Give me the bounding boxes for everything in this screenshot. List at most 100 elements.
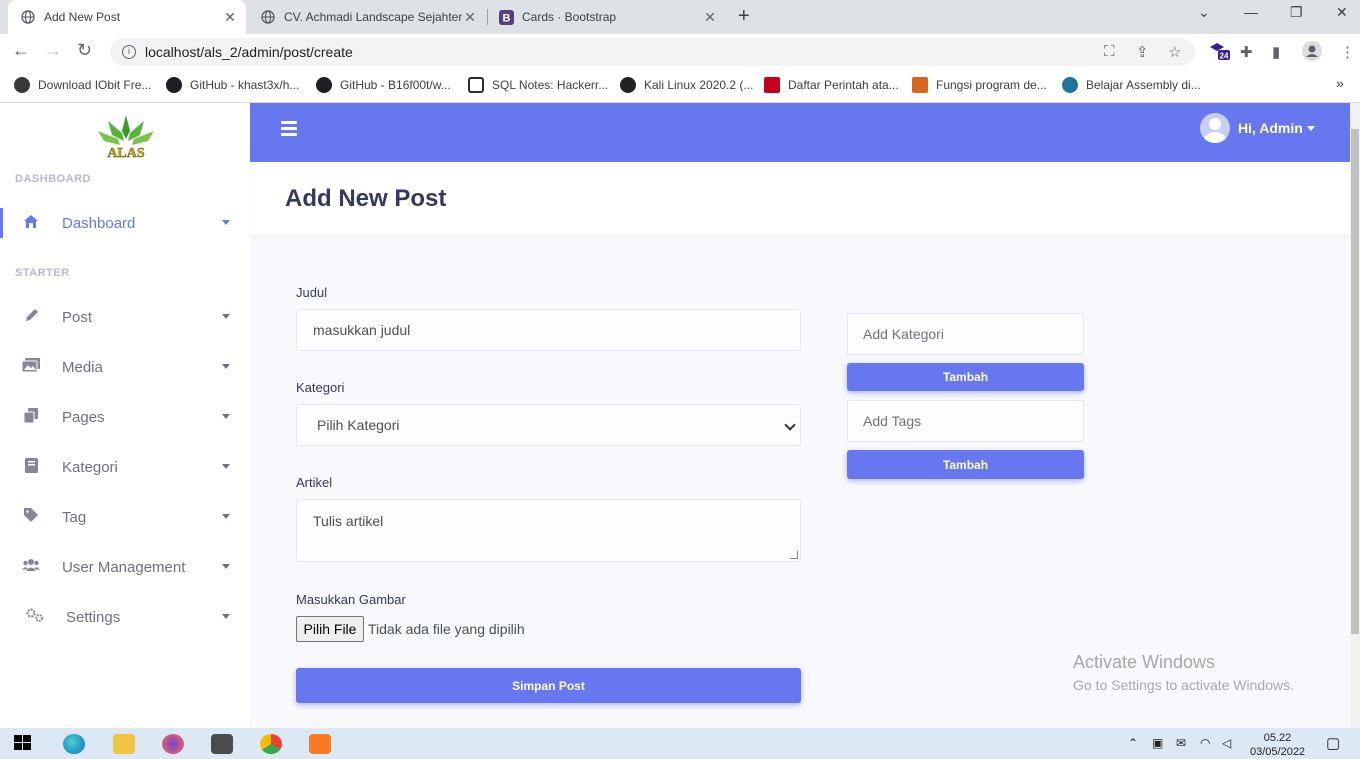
- tambah-kategori-button[interactable]: Tambah: [847, 363, 1084, 391]
- browser-tab[interactable]: CV. Achmadi Landscape Sejahtera ✕: [250, 0, 486, 34]
- bookmark-item[interactable]: GitHub - B16f00t/w...: [316, 77, 451, 93]
- artikel-textarea[interactable]: Tulis artikel: [296, 499, 801, 562]
- edge-icon[interactable]: [63, 734, 85, 754]
- browser-tab-active[interactable]: Add New Post ✕: [8, 0, 246, 34]
- sidebar: ALAS DASHBOARD Dashboard STARTER Post Me…: [0, 103, 250, 728]
- page-scrollbar[interactable]: [1350, 103, 1360, 728]
- resize-handle-icon[interactable]: [790, 551, 798, 559]
- browser-tab[interactable]: B Cards · Bootstrap ✕: [490, 0, 726, 34]
- close-window-button[interactable]: ✕: [1336, 4, 1348, 21]
- bookmark-star-icon[interactable]: ☆: [1168, 43, 1181, 61]
- chevron-down-icon: [222, 464, 230, 469]
- section-header: Add New Post: [250, 162, 1350, 235]
- extension-badge-icon[interactable]: 24: [1208, 40, 1230, 66]
- bootstrap-icon: B: [498, 9, 514, 25]
- chevron-down-icon: [1306, 125, 1315, 131]
- kali-icon: [620, 77, 636, 93]
- tambah-tags-button[interactable]: Tambah: [847, 450, 1084, 479]
- bookmark-item[interactable]: Kali Linux 2020.2 (...: [620, 77, 753, 93]
- sidebar-item-post[interactable]: Post: [0, 297, 250, 337]
- sidebar-item-user-management[interactable]: User Management: [0, 547, 250, 587]
- sidepanel-icon[interactable]: ▮: [1272, 43, 1280, 61]
- tray-chevron-up-icon[interactable]: ⌃: [1128, 736, 1138, 750]
- artikel-label: Artikel: [296, 475, 333, 490]
- puzzle-icon[interactable]: ✚: [1240, 43, 1253, 61]
- translate-icon[interactable]: ⛶: [1104, 43, 1115, 60]
- bookmark-item[interactable]: GitHub - khast3x/h...: [166, 77, 299, 93]
- notification-icon[interactable]: ▢: [1326, 734, 1340, 752]
- alas-logo[interactable]: ALAS: [96, 113, 156, 161]
- chevron-down-icon: [222, 564, 230, 569]
- sidebar-item-dashboard[interactable]: Dashboard: [0, 203, 250, 243]
- new-tab-button[interactable]: +: [738, 5, 750, 28]
- user-dropdown[interactable]: Hi, Admin: [1200, 113, 1315, 143]
- scrollbar-thumb[interactable]: [1351, 129, 1359, 634]
- sidebar-item-label: Dashboard: [62, 214, 136, 232]
- bookmark-item[interactable]: SQL Notes: Hackerr...: [468, 77, 608, 93]
- sidebar-item-kategori[interactable]: Kategori: [0, 447, 250, 487]
- address-bar[interactable]: i localhost/als_2/admin/post/create: [110, 38, 1195, 66]
- tray-network-icon[interactable]: ◠: [1200, 736, 1210, 750]
- sidebar-item-pages[interactable]: Pages: [0, 397, 250, 437]
- close-tab-icon[interactable]: ✕: [222, 9, 238, 26]
- browser-toolbar: ← → ↻ i localhost/als_2/admin/post/creat…: [0, 34, 1360, 70]
- simpan-post-button[interactable]: Simpan Post: [296, 668, 801, 703]
- reload-button[interactable]: ↻: [77, 40, 92, 61]
- sidebar-item-label: Tag: [62, 508, 87, 526]
- judul-input[interactable]: masukkan judul: [296, 309, 801, 351]
- chevron-down-icon: [222, 514, 230, 519]
- windows-taskbar: ⌃ ▣ ✉ ◠ ◁ 05.22 03/05/2022 ▢: [0, 728, 1360, 759]
- kategori-label: Kategori: [296, 380, 345, 395]
- tray-device-icon[interactable]: ▣: [1152, 736, 1163, 750]
- wordpress-icon: [1062, 77, 1078, 93]
- bookmark-item[interactable]: Fungsi program de...: [912, 77, 1047, 93]
- sidebar-item-media[interactable]: Media: [0, 347, 250, 387]
- tray-input-icon[interactable]: ✉: [1176, 736, 1186, 750]
- back-button[interactable]: ←: [12, 40, 30, 61]
- kategori-select[interactable]: Pilih Kategori: [296, 404, 801, 446]
- sidebar-heading-starter: STARTER: [15, 267, 70, 279]
- file-explorer-icon[interactable]: [113, 734, 135, 754]
- tab-search-icon[interactable]: ⌄: [1198, 4, 1210, 21]
- bookmark-item[interactable]: Belajar Assembly di...: [1062, 77, 1201, 93]
- bookmark-item[interactable]: Download IObit Fre...: [14, 77, 151, 93]
- chrome-icon[interactable]: [260, 734, 282, 754]
- xampp-icon[interactable]: [309, 734, 331, 754]
- minimize-button[interactable]: —: [1244, 4, 1258, 20]
- sidebar-item-settings[interactable]: Settings: [0, 597, 250, 637]
- extension-badge-count: 24: [1220, 52, 1229, 61]
- windows-start-icon[interactable]: [14, 734, 36, 754]
- bookmark-item[interactable]: Daftar Perintah ata...: [764, 77, 899, 93]
- bookmark-label: Fungsi program de...: [936, 78, 1047, 92]
- sidebar-item-label: Kategori: [62, 458, 118, 476]
- firefox-icon[interactable]: [162, 734, 184, 754]
- info-icon[interactable]: i: [122, 45, 136, 59]
- sublime-text-icon[interactable]: [211, 734, 233, 754]
- add-kategori-input[interactable]: Add Kategori: [847, 313, 1084, 355]
- sidebar-item-label: Settings: [66, 608, 121, 626]
- judul-label: Judul: [296, 285, 328, 300]
- choose-file-button[interactable]: Pilih File: [296, 616, 364, 642]
- restore-button[interactable]: ❐: [1290, 4, 1303, 21]
- chevron-down-icon: [222, 220, 230, 225]
- hamburger-menu-icon[interactable]: [281, 121, 297, 139]
- menu-kebab-icon[interactable]: ⋮: [1340, 43, 1355, 61]
- add-tags-input[interactable]: Add Tags: [847, 400, 1084, 442]
- globe-icon: [20, 9, 36, 25]
- iobit-icon: [14, 77, 30, 93]
- bookmark-label: Belajar Assembly di...: [1086, 78, 1201, 92]
- taskbar-clock[interactable]: 05.22 03/05/2022: [1250, 731, 1305, 759]
- activate-windows-subtitle: Go to Settings to activate Windows.: [1073, 677, 1294, 693]
- close-tab-icon[interactable]: ✕: [702, 9, 718, 26]
- forward-button[interactable]: →: [44, 40, 62, 61]
- sidebar-item-tag[interactable]: Tag: [0, 497, 250, 537]
- activate-windows-title: Activate Windows: [1073, 652, 1216, 672]
- share-icon[interactable]: ⇪: [1136, 43, 1149, 61]
- tray-volume-icon[interactable]: ◁: [1222, 736, 1231, 750]
- globe-icon: [260, 9, 276, 25]
- close-tab-icon[interactable]: ✕: [462, 9, 478, 26]
- bookmarks-overflow-icon[interactable]: »: [1336, 75, 1344, 91]
- bookmark-label: Kali Linux 2020.2 (...: [644, 78, 754, 92]
- profile-icon[interactable]: [1302, 41, 1322, 65]
- bookmark-label: Daftar Perintah ata...: [788, 78, 899, 92]
